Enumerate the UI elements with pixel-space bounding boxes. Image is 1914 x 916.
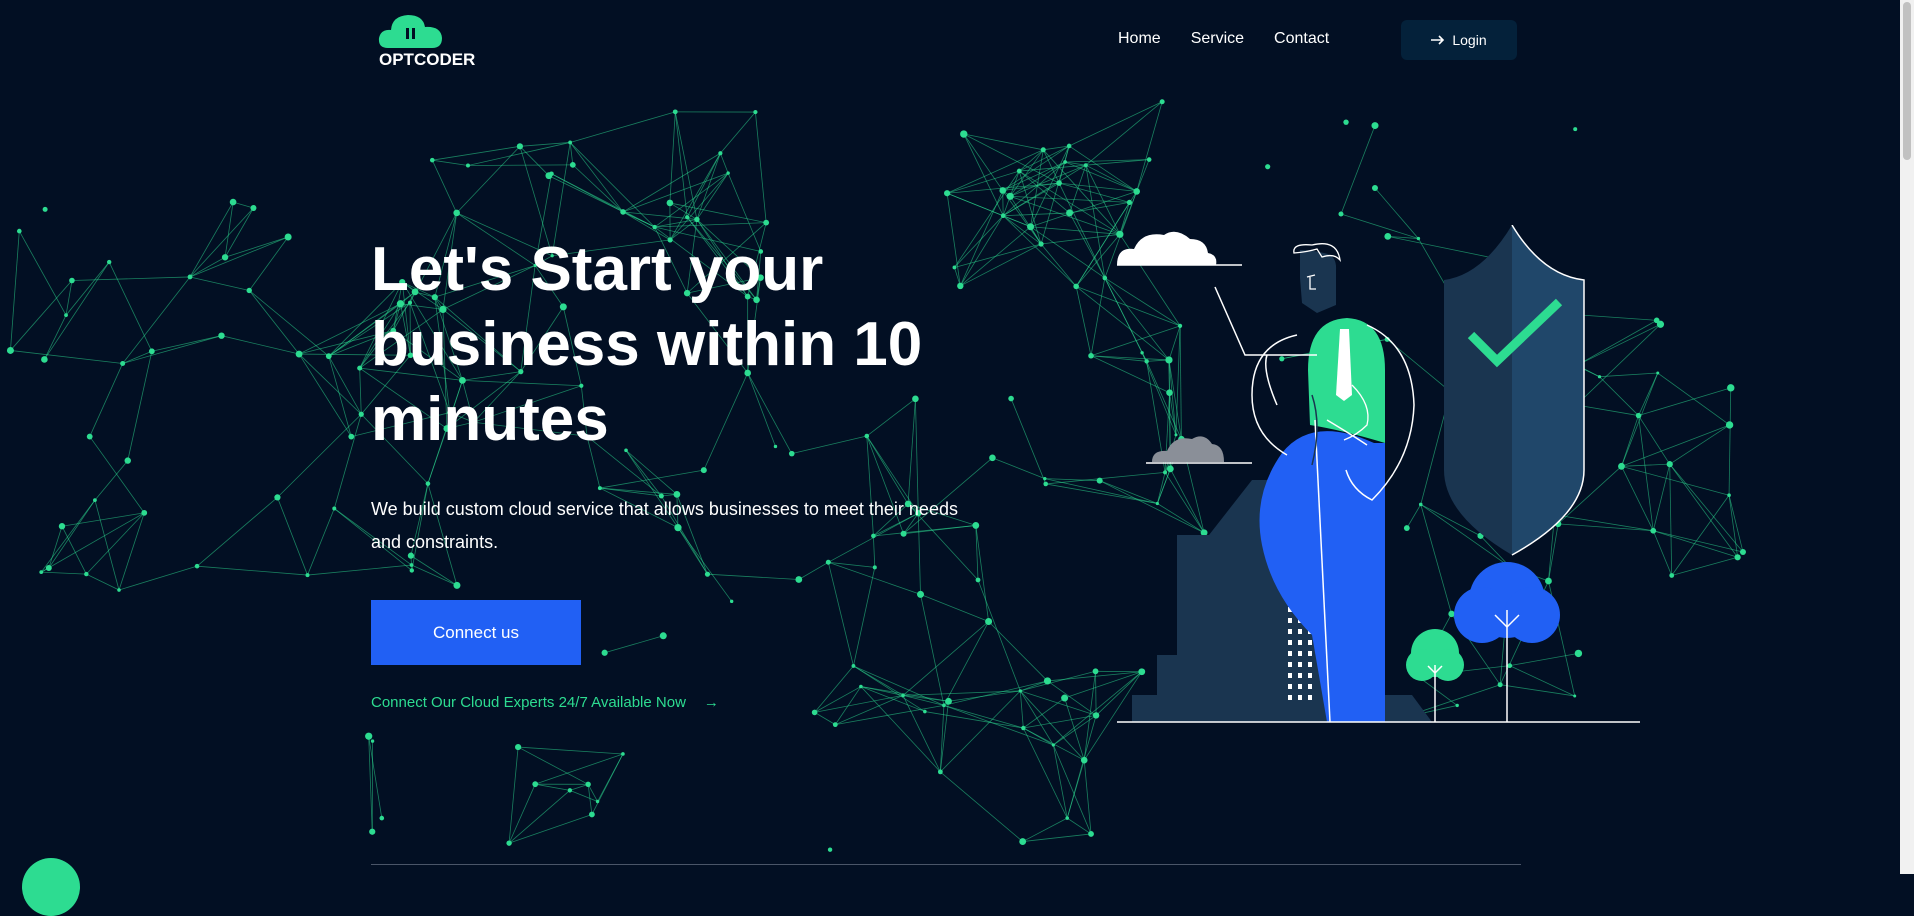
hero-illustration bbox=[1112, 225, 1642, 730]
arrow-right-icon bbox=[1431, 35, 1446, 45]
nav-contact[interactable]: Contact bbox=[1274, 30, 1329, 48]
nav-home[interactable]: Home bbox=[1118, 30, 1161, 48]
arrow-right-icon: → bbox=[704, 694, 719, 711]
section-divider bbox=[371, 864, 1521, 865]
nav-service[interactable]: Service bbox=[1191, 30, 1244, 48]
connect-us-button[interactable]: Connect us bbox=[371, 600, 581, 665]
cloud-logo-icon bbox=[378, 12, 443, 50]
hero-title: Let's Start your business within 10 minu… bbox=[371, 232, 991, 457]
tree-icon bbox=[1454, 562, 1560, 722]
cloud-experts-label: Connect Our Cloud Experts 24/7 Available… bbox=[371, 694, 686, 711]
cloud-experts-link[interactable]: Connect Our Cloud Experts 24/7 Available… bbox=[371, 694, 719, 711]
scrollbar-thumb[interactable] bbox=[1903, 2, 1911, 160]
cloud-icon bbox=[1146, 436, 1252, 463]
shield-icon bbox=[1444, 225, 1584, 555]
logo-text: OPTCODER bbox=[379, 50, 475, 70]
login-button[interactable]: Login bbox=[1401, 20, 1517, 60]
main-nav: Home Service Contact bbox=[1118, 30, 1329, 48]
brand-logo[interactable]: OPTCODER bbox=[373, 12, 483, 72]
chat-bubble-button[interactable] bbox=[22, 858, 80, 916]
page-scrollbar[interactable] bbox=[1900, 0, 1914, 874]
login-label: Login bbox=[1452, 32, 1486, 48]
hero-subtitle: We build custom cloud service that allow… bbox=[371, 493, 971, 559]
cloud-icon bbox=[1117, 232, 1242, 265]
